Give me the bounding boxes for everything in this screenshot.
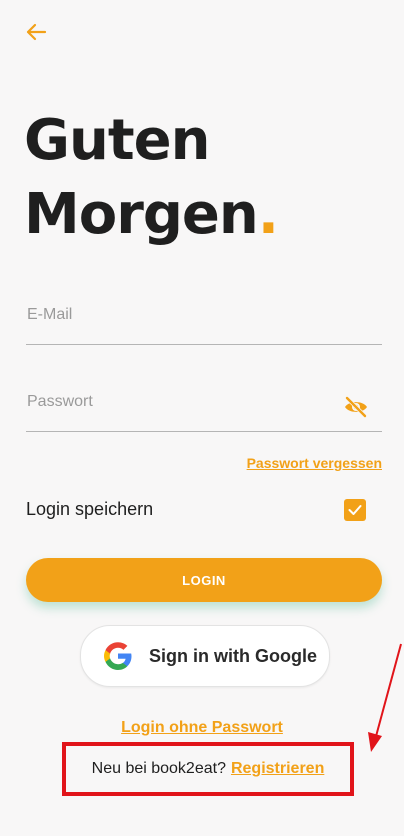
eye-off-icon xyxy=(345,396,367,418)
greeting-word: Morgen xyxy=(24,182,259,247)
toggle-password-visibility-button[interactable] xyxy=(342,395,370,419)
login-button[interactable]: LOGIN xyxy=(26,558,382,602)
google-sign-in-button[interactable]: Sign in with Google xyxy=(80,625,330,687)
remember-login-checkbox[interactable] xyxy=(344,499,366,521)
checkmark-icon xyxy=(348,505,362,515)
annotation-arrow-icon xyxy=(368,643,402,752)
forgot-password-link[interactable]: Passwort vergessen xyxy=(247,455,382,471)
google-sign-in-label: Sign in with Google xyxy=(149,645,317,666)
arrow-left-icon xyxy=(26,23,47,41)
greeting-dot: . xyxy=(257,182,279,247)
register-link[interactable]: Registrieren xyxy=(231,760,324,778)
email-input[interactable] xyxy=(26,300,386,346)
remember-login-label: Login speichern xyxy=(26,499,154,519)
greeting-title: Guten Morgen. xyxy=(24,104,279,252)
password-input[interactable] xyxy=(26,387,386,433)
google-g-icon xyxy=(101,639,135,673)
greeting-line-1: Guten xyxy=(24,108,210,173)
email-field[interactable]: E-Mail xyxy=(26,300,386,346)
back-button[interactable] xyxy=(22,18,50,46)
register-question: Neu bei book2eat? xyxy=(91,760,226,777)
login-without-password-link[interactable]: Login ohne Passwort xyxy=(0,719,404,737)
register-highlight-box: Neu bei book2eat? Registrieren xyxy=(62,742,354,796)
greeting-line-2: Morgen. xyxy=(24,178,279,252)
password-field[interactable]: Passwort xyxy=(26,387,386,433)
